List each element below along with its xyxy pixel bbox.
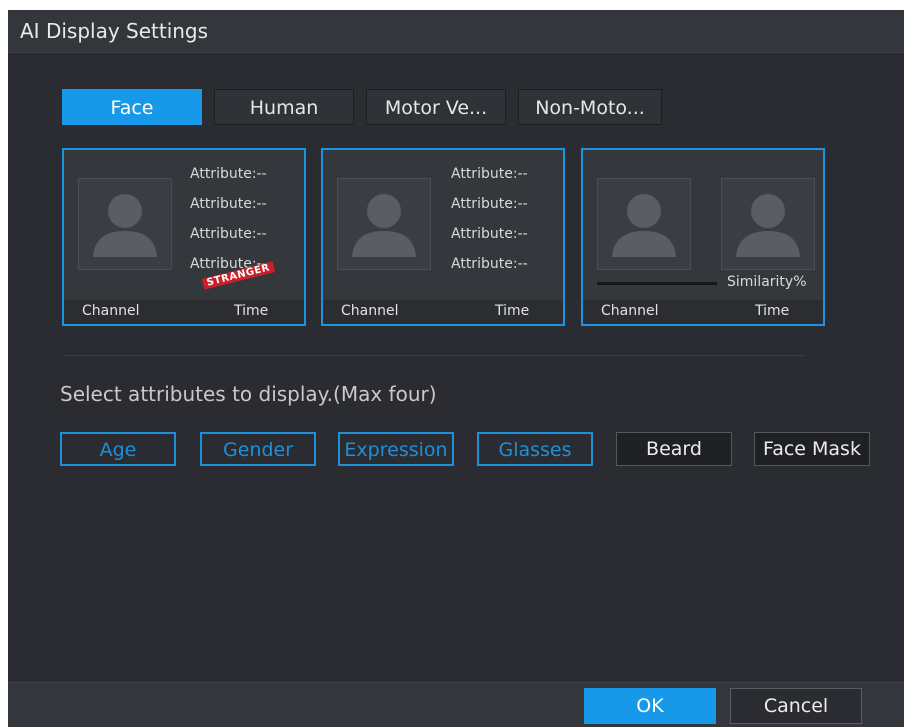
face-placeholder-icon xyxy=(597,178,691,270)
attribute-toggle-gender[interactable]: Gender xyxy=(200,432,316,466)
attribute-line: Attribute:-- xyxy=(190,226,267,242)
attribute-toggle-face-mask[interactable]: Face Mask xyxy=(754,432,870,466)
attribute-toggle-age[interactable]: Age xyxy=(60,432,176,466)
cancel-button[interactable]: Cancel xyxy=(730,688,862,724)
preview-card-attributes[interactable]: Attribute:-- Attribute:-- Attribute:-- A… xyxy=(321,148,565,326)
channel-label: Channel xyxy=(601,303,659,319)
channel-label: Channel xyxy=(82,303,140,319)
attribute-line: Attribute:-- xyxy=(451,226,528,242)
dialog-title: AI Display Settings xyxy=(20,19,209,43)
ok-button[interactable]: OK xyxy=(584,688,716,724)
attribute-line: Attribute:-- xyxy=(190,196,267,212)
tab-motor-vehicle[interactable]: Motor Ve... xyxy=(366,89,506,125)
tab-human[interactable]: Human xyxy=(214,89,354,125)
tab-non-motor-vehicle[interactable]: Non-Moto... xyxy=(518,89,662,125)
face-placeholder-icon xyxy=(721,178,815,270)
time-label: Time xyxy=(755,303,790,319)
tab-face[interactable]: Face xyxy=(62,89,202,125)
title-bar[interactable]: AI Display Settings xyxy=(8,10,904,53)
preview-card-similarity[interactable]: Similarity% Channel Time xyxy=(581,148,825,326)
section-divider xyxy=(64,355,804,356)
channel-label: Channel xyxy=(341,303,399,319)
card-footer: Channel Time xyxy=(64,300,304,324)
time-label: Time xyxy=(495,303,530,319)
attribute-line: Attribute:-- xyxy=(451,196,528,212)
attribute-toggle-glasses[interactable]: Glasses xyxy=(477,432,593,466)
card-footer: Channel Time xyxy=(583,300,823,324)
preview-card-stranger[interactable]: Attribute:-- Attribute:-- Attribute:-- A… xyxy=(62,148,306,326)
face-placeholder-icon xyxy=(78,178,172,270)
face-placeholder-icon xyxy=(337,178,431,270)
attribute-toggle-beard[interactable]: Beard xyxy=(616,432,732,466)
similarity-bar xyxy=(597,282,717,285)
attribute-line: Attribute:-- xyxy=(451,166,528,182)
card-footer: Channel Time xyxy=(323,300,563,324)
attribute-line: Attribute:-- xyxy=(190,166,267,182)
ai-display-settings-dialog: AI Display Settings Face Human Motor Ve.… xyxy=(8,10,904,727)
attributes-hint: Select attributes to display.(Max four) xyxy=(60,382,437,406)
attribute-toggle-expression[interactable]: Expression xyxy=(338,432,454,466)
time-label: Time xyxy=(234,303,269,319)
similarity-label: Similarity% xyxy=(727,274,807,290)
attribute-line: Attribute:-- xyxy=(451,256,528,272)
